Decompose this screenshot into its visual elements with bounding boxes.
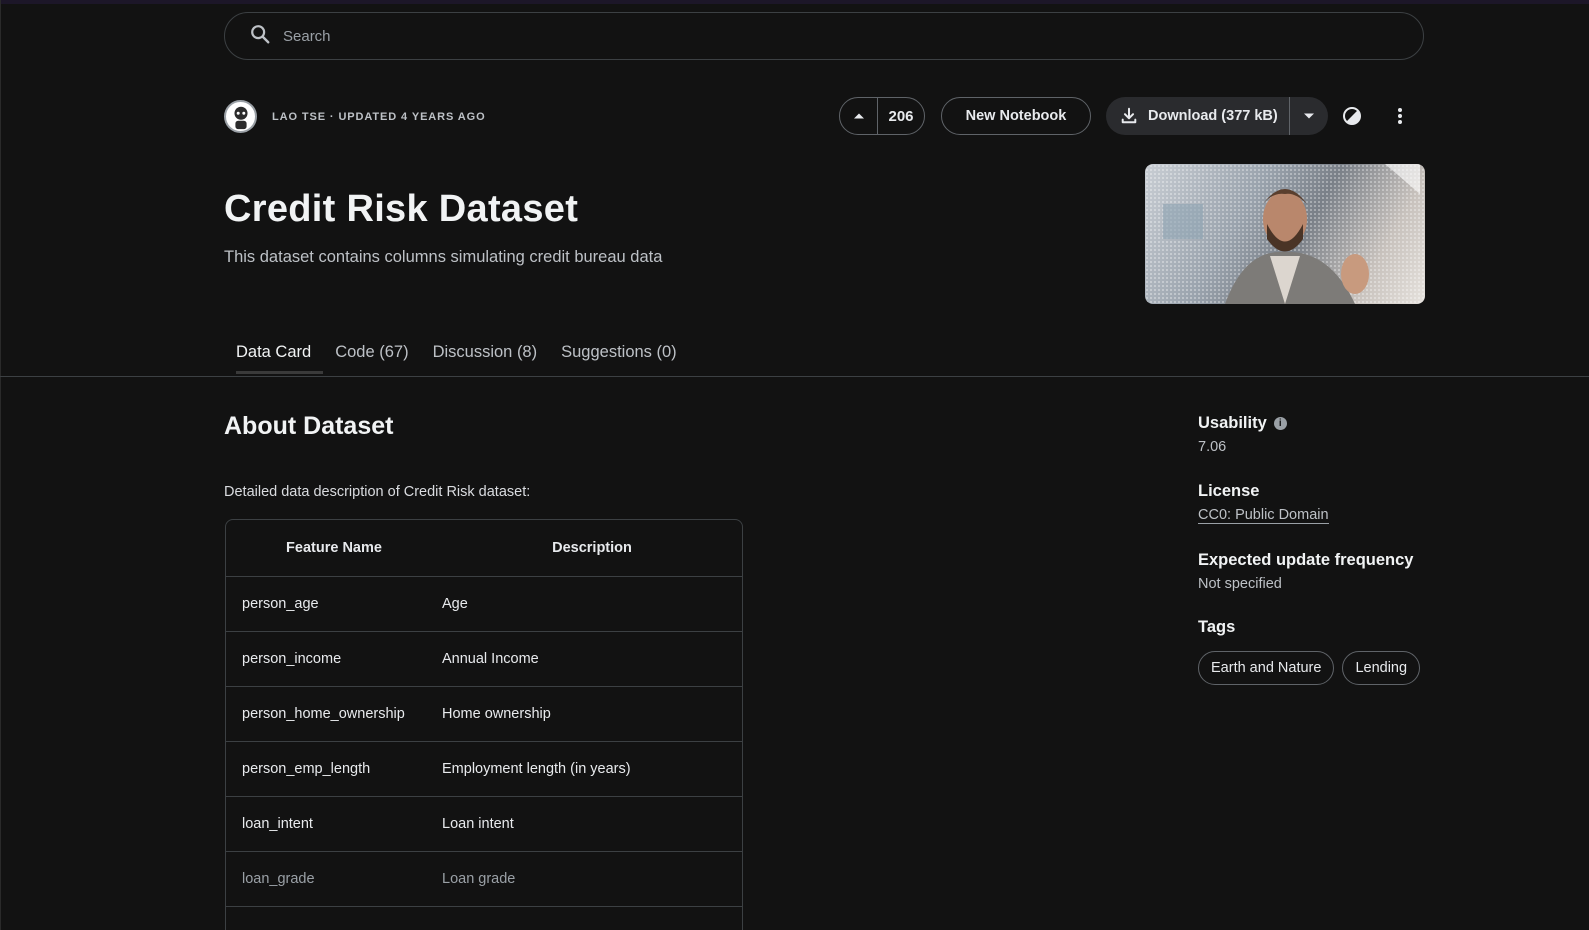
more-options-button[interactable] [1387, 103, 1413, 129]
about-intro: Detailed data description of Credit Risk… [224, 484, 531, 500]
description-cell: Loan intent [442, 816, 514, 832]
search-bar[interactable] [224, 12, 1424, 60]
feature-name-cell: loan_intent [242, 816, 313, 832]
usability-label: Usability [1198, 414, 1267, 432]
about-heading: About Dataset [224, 412, 394, 440]
license-link[interactable]: CC0: Public Domain [1198, 507, 1329, 524]
description-cell: Loan grade [442, 871, 516, 887]
description-cell: Home ownership [442, 706, 551, 722]
tags-label: Tags [1198, 618, 1236, 636]
search-icon [249, 23, 271, 50]
download-button[interactable]: Download (377 kB) [1106, 97, 1290, 135]
tab-suggestions[interactable]: Suggestions (0) [549, 340, 689, 374]
upvote-icon [853, 113, 864, 119]
tab-divider [0, 376, 1589, 377]
tags-section: Tags Earth and Nature Lending [1198, 618, 1421, 685]
description-cell: Employment length (in years) [442, 761, 631, 777]
frequency-section: Expected update frequency Not specified [1198, 551, 1413, 592]
search-input[interactable] [283, 27, 1383, 45]
tag-list: Earth and Nature Lending [1198, 651, 1421, 685]
owner-meta: LAO TSE · UPDATED 4 YEARS AGO [272, 110, 486, 123]
table-row: person_income Annual Income [226, 632, 742, 687]
left-edge [0, 0, 1, 930]
feature-name-cell: loan_grade [242, 871, 315, 887]
new-notebook-button[interactable]: New Notebook [941, 97, 1091, 135]
table-row: loan_grade Loan grade [226, 852, 742, 907]
table-row: person_home_ownership Home ownership [226, 687, 742, 742]
download-options-button[interactable] [1290, 97, 1328, 135]
description-cell: Age [442, 596, 468, 612]
tag-chip[interactable]: Earth and Nature [1198, 651, 1335, 685]
feature-name-cell: person_home_ownership [242, 706, 405, 722]
table-row [226, 907, 742, 930]
header-description: Description [552, 540, 632, 556]
download-label: Download (377 kB) [1148, 108, 1278, 124]
table-row: loan_intent Loan intent [226, 797, 742, 852]
top-strip [0, 0, 1589, 4]
feature-name-cell: person_age [242, 596, 319, 612]
upvote-button[interactable] [840, 98, 878, 134]
frequency-label: Expected update frequency [1198, 551, 1414, 569]
theme-icon [1343, 107, 1361, 125]
info-icon[interactable]: i [1273, 417, 1287, 430]
page-title: Credit Risk Dataset [224, 188, 579, 230]
dataset-subtitle: This dataset contains columns simulating… [224, 248, 663, 266]
usability-section: Usability i 7.06 [1198, 414, 1287, 455]
tag-chip[interactable]: Lending [1342, 651, 1421, 685]
tab-data-card[interactable]: Data Card [224, 340, 324, 374]
download-split-button: Download (377 kB) [1106, 97, 1328, 135]
usability-value: 7.06 [1198, 439, 1227, 455]
description-cell: Annual Income [442, 651, 539, 667]
feature-table: Feature Name Description person_age Age … [225, 519, 743, 930]
frequency-value: Not specified [1198, 576, 1282, 592]
table-row: person_emp_length Employment length (in … [226, 742, 742, 797]
avatar[interactable] [224, 100, 257, 133]
table-row: person_age Age [226, 577, 742, 632]
license-label: License [1198, 482, 1260, 500]
more-vert-icon [1398, 108, 1402, 124]
tab-bar: Data Card Code (67) Discussion (8) Sugge… [224, 340, 689, 374]
table-header: Feature Name Description [226, 520, 742, 577]
tab-discussion[interactable]: Discussion (8) [421, 340, 550, 374]
dataset-owner: LAO TSE · UPDATED 4 YEARS AGO [224, 100, 486, 133]
feature-name-cell: person_income [242, 651, 342, 667]
tab-code[interactable]: Code (67) [323, 340, 420, 374]
chevron-down-icon [1304, 113, 1314, 119]
theme-toggle-button[interactable] [1339, 103, 1365, 129]
license-section: License CC0: Public Domain [1198, 482, 1329, 524]
vote-count: 206 [888, 107, 914, 125]
feature-name-cell: person_emp_length [242, 761, 371, 777]
header-feature-name: Feature Name [286, 540, 382, 556]
cover-image [1145, 164, 1425, 304]
upvote-control: 206 [839, 97, 925, 135]
download-icon [1121, 107, 1137, 124]
